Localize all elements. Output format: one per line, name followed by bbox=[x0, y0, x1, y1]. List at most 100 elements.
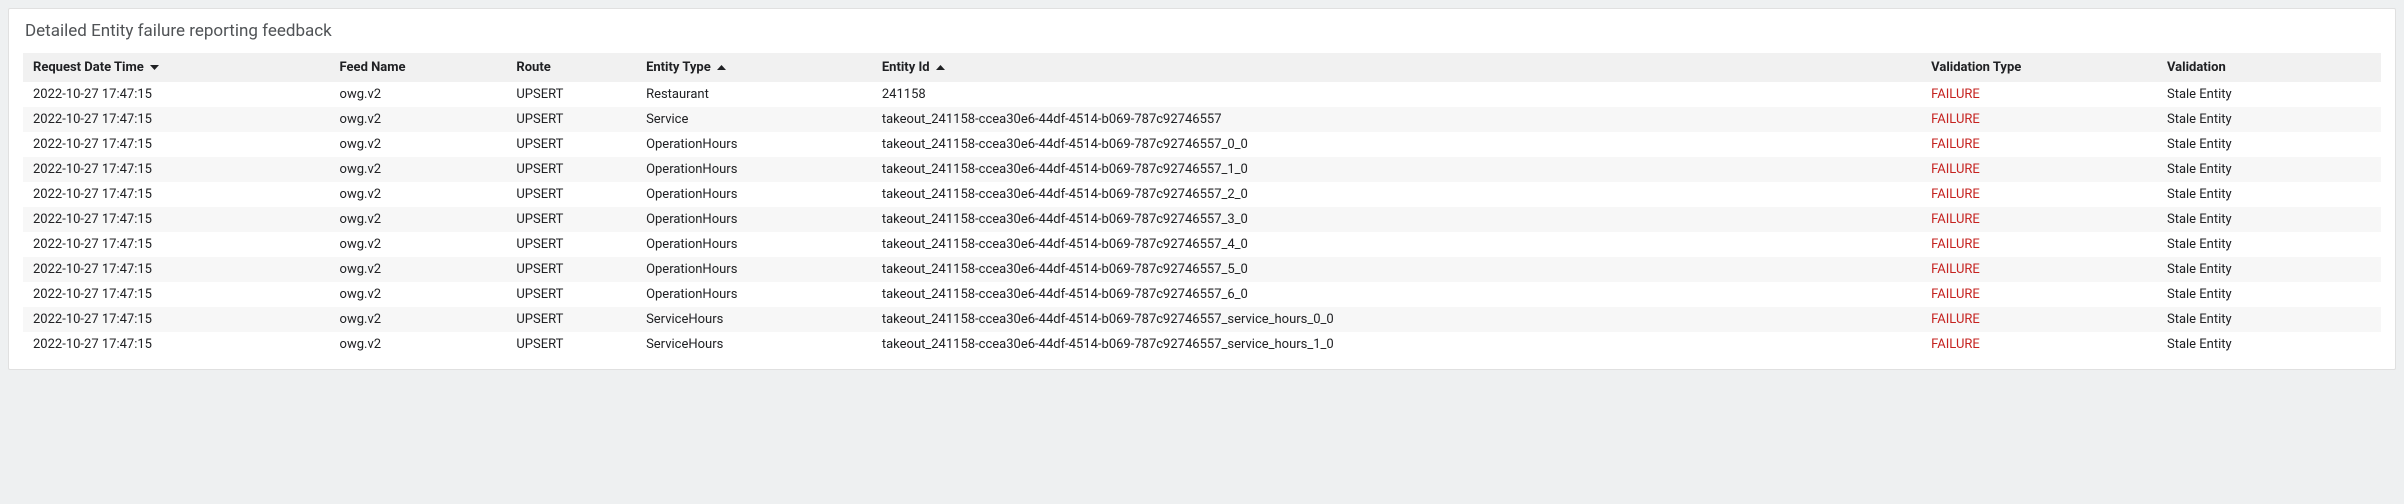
cell-request-date-time: 2022-10-27 17:47:15 bbox=[23, 182, 330, 207]
cell-route: UPSERT bbox=[506, 232, 636, 257]
cell-validation-type: FAILURE bbox=[1921, 107, 2157, 132]
cell-entity-id: takeout_241158-ccea30e6-44df-4514-b069-7… bbox=[872, 232, 1921, 257]
cell-feed-name: owg.v2 bbox=[330, 82, 507, 107]
cell-request-date-time: 2022-10-27 17:47:15 bbox=[23, 282, 330, 307]
col-request-date-time[interactable]: Request Date Time bbox=[23, 53, 330, 82]
cell-feed-name: owg.v2 bbox=[330, 207, 507, 232]
cell-feed-name: owg.v2 bbox=[330, 132, 507, 157]
cell-entity-id: takeout_241158-ccea30e6-44df-4514-b069-7… bbox=[872, 307, 1921, 332]
cell-validation: Stale Entity bbox=[2157, 157, 2381, 182]
failure-table: Request Date Time Feed Name Route Entity… bbox=[23, 53, 2381, 357]
cell-entity-type: Service bbox=[636, 107, 872, 132]
panel-title: Detailed Entity failure reporting feedba… bbox=[23, 21, 2381, 41]
cell-request-date-time: 2022-10-27 17:47:15 bbox=[23, 132, 330, 157]
col-label: Request Date Time bbox=[33, 60, 144, 75]
cell-feed-name: owg.v2 bbox=[330, 107, 507, 132]
cell-route: UPSERT bbox=[506, 307, 636, 332]
col-label: Route bbox=[516, 60, 550, 75]
cell-route: UPSERT bbox=[506, 207, 636, 232]
cell-feed-name: owg.v2 bbox=[330, 232, 507, 257]
table-row: 2022-10-27 17:47:15owg.v2UPSERTServiceHo… bbox=[23, 332, 2381, 357]
table-row: 2022-10-27 17:47:15owg.v2UPSERTServiceHo… bbox=[23, 307, 2381, 332]
cell-validation: Stale Entity bbox=[2157, 182, 2381, 207]
cell-request-date-time: 2022-10-27 17:47:15 bbox=[23, 207, 330, 232]
sort-desc-icon bbox=[150, 65, 159, 70]
col-validation-type[interactable]: Validation Type bbox=[1921, 53, 2157, 82]
sort-asc-icon bbox=[717, 65, 726, 70]
table-row: 2022-10-27 17:47:15owg.v2UPSERTRestauran… bbox=[23, 82, 2381, 107]
cell-validation: Stale Entity bbox=[2157, 332, 2381, 357]
cell-validation-type: FAILURE bbox=[1921, 132, 2157, 157]
cell-validation-type: FAILURE bbox=[1921, 332, 2157, 357]
cell-request-date-time: 2022-10-27 17:47:15 bbox=[23, 157, 330, 182]
col-route[interactable]: Route bbox=[506, 53, 636, 82]
cell-route: UPSERT bbox=[506, 332, 636, 357]
cell-entity-type: OperationHours bbox=[636, 282, 872, 307]
cell-entity-type: ServiceHours bbox=[636, 332, 872, 357]
col-label: Entity Type bbox=[646, 60, 711, 75]
col-label: Validation bbox=[2167, 60, 2226, 75]
cell-request-date-time: 2022-10-27 17:47:15 bbox=[23, 307, 330, 332]
cell-entity-id: takeout_241158-ccea30e6-44df-4514-b069-7… bbox=[872, 282, 1921, 307]
cell-validation: Stale Entity bbox=[2157, 132, 2381, 157]
col-entity-id[interactable]: Entity Id bbox=[872, 53, 1921, 82]
cell-entity-type: Restaurant bbox=[636, 82, 872, 107]
cell-entity-id: takeout_241158-ccea30e6-44df-4514-b069-7… bbox=[872, 332, 1921, 357]
cell-validation: Stale Entity bbox=[2157, 82, 2381, 107]
cell-entity-id: takeout_241158-ccea30e6-44df-4514-b069-7… bbox=[872, 207, 1921, 232]
cell-validation: Stale Entity bbox=[2157, 207, 2381, 232]
col-label: Entity Id bbox=[882, 60, 930, 75]
cell-request-date-time: 2022-10-27 17:47:15 bbox=[23, 257, 330, 282]
cell-entity-id: takeout_241158-ccea30e6-44df-4514-b069-7… bbox=[872, 257, 1921, 282]
cell-route: UPSERT bbox=[506, 282, 636, 307]
cell-request-date-time: 2022-10-27 17:47:15 bbox=[23, 82, 330, 107]
cell-entity-type: OperationHours bbox=[636, 157, 872, 182]
col-validation[interactable]: Validation bbox=[2157, 53, 2381, 82]
cell-entity-id: 241158 bbox=[872, 82, 1921, 107]
cell-validation-type: FAILURE bbox=[1921, 182, 2157, 207]
cell-route: UPSERT bbox=[506, 182, 636, 207]
cell-feed-name: owg.v2 bbox=[330, 157, 507, 182]
cell-validation-type: FAILURE bbox=[1921, 257, 2157, 282]
col-label: Validation Type bbox=[1931, 60, 2021, 75]
cell-feed-name: owg.v2 bbox=[330, 307, 507, 332]
cell-request-date-time: 2022-10-27 17:47:15 bbox=[23, 107, 330, 132]
table-row: 2022-10-27 17:47:15owg.v2UPSERTOperation… bbox=[23, 282, 2381, 307]
cell-validation-type: FAILURE bbox=[1921, 82, 2157, 107]
cell-entity-id: takeout_241158-ccea30e6-44df-4514-b069-7… bbox=[872, 182, 1921, 207]
cell-validation-type: FAILURE bbox=[1921, 207, 2157, 232]
cell-route: UPSERT bbox=[506, 157, 636, 182]
table-row: 2022-10-27 17:47:15owg.v2UPSERTOperation… bbox=[23, 157, 2381, 182]
cell-route: UPSERT bbox=[506, 82, 636, 107]
cell-validation: Stale Entity bbox=[2157, 232, 2381, 257]
cell-request-date-time: 2022-10-27 17:47:15 bbox=[23, 332, 330, 357]
cell-validation-type: FAILURE bbox=[1921, 157, 2157, 182]
cell-route: UPSERT bbox=[506, 257, 636, 282]
cell-feed-name: owg.v2 bbox=[330, 282, 507, 307]
table-row: 2022-10-27 17:47:15owg.v2UPSERTOperation… bbox=[23, 207, 2381, 232]
cell-entity-type: OperationHours bbox=[636, 257, 872, 282]
cell-entity-type: OperationHours bbox=[636, 132, 872, 157]
cell-request-date-time: 2022-10-27 17:47:15 bbox=[23, 232, 330, 257]
col-entity-type[interactable]: Entity Type bbox=[636, 53, 872, 82]
cell-validation: Stale Entity bbox=[2157, 307, 2381, 332]
entity-failure-panel: Detailed Entity failure reporting feedba… bbox=[8, 8, 2396, 370]
cell-validation-type: FAILURE bbox=[1921, 232, 2157, 257]
cell-entity-id: takeout_241158-ccea30e6-44df-4514-b069-7… bbox=[872, 107, 1921, 132]
cell-validation-type: FAILURE bbox=[1921, 282, 2157, 307]
cell-validation: Stale Entity bbox=[2157, 257, 2381, 282]
cell-entity-type: OperationHours bbox=[636, 182, 872, 207]
table-row: 2022-10-27 17:47:15owg.v2UPSERTOperation… bbox=[23, 182, 2381, 207]
cell-route: UPSERT bbox=[506, 107, 636, 132]
cell-validation-type: FAILURE bbox=[1921, 307, 2157, 332]
table-row: 2022-10-27 17:47:15owg.v2UPSERTServiceta… bbox=[23, 107, 2381, 132]
cell-validation: Stale Entity bbox=[2157, 107, 2381, 132]
table-row: 2022-10-27 17:47:15owg.v2UPSERTOperation… bbox=[23, 132, 2381, 157]
col-feed-name[interactable]: Feed Name bbox=[330, 53, 507, 82]
table-header-row: Request Date Time Feed Name Route Entity… bbox=[23, 53, 2381, 82]
cell-entity-type: OperationHours bbox=[636, 232, 872, 257]
cell-entity-type: OperationHours bbox=[636, 207, 872, 232]
cell-entity-id: takeout_241158-ccea30e6-44df-4514-b069-7… bbox=[872, 132, 1921, 157]
cell-feed-name: owg.v2 bbox=[330, 332, 507, 357]
table-row: 2022-10-27 17:47:15owg.v2UPSERTOperation… bbox=[23, 232, 2381, 257]
